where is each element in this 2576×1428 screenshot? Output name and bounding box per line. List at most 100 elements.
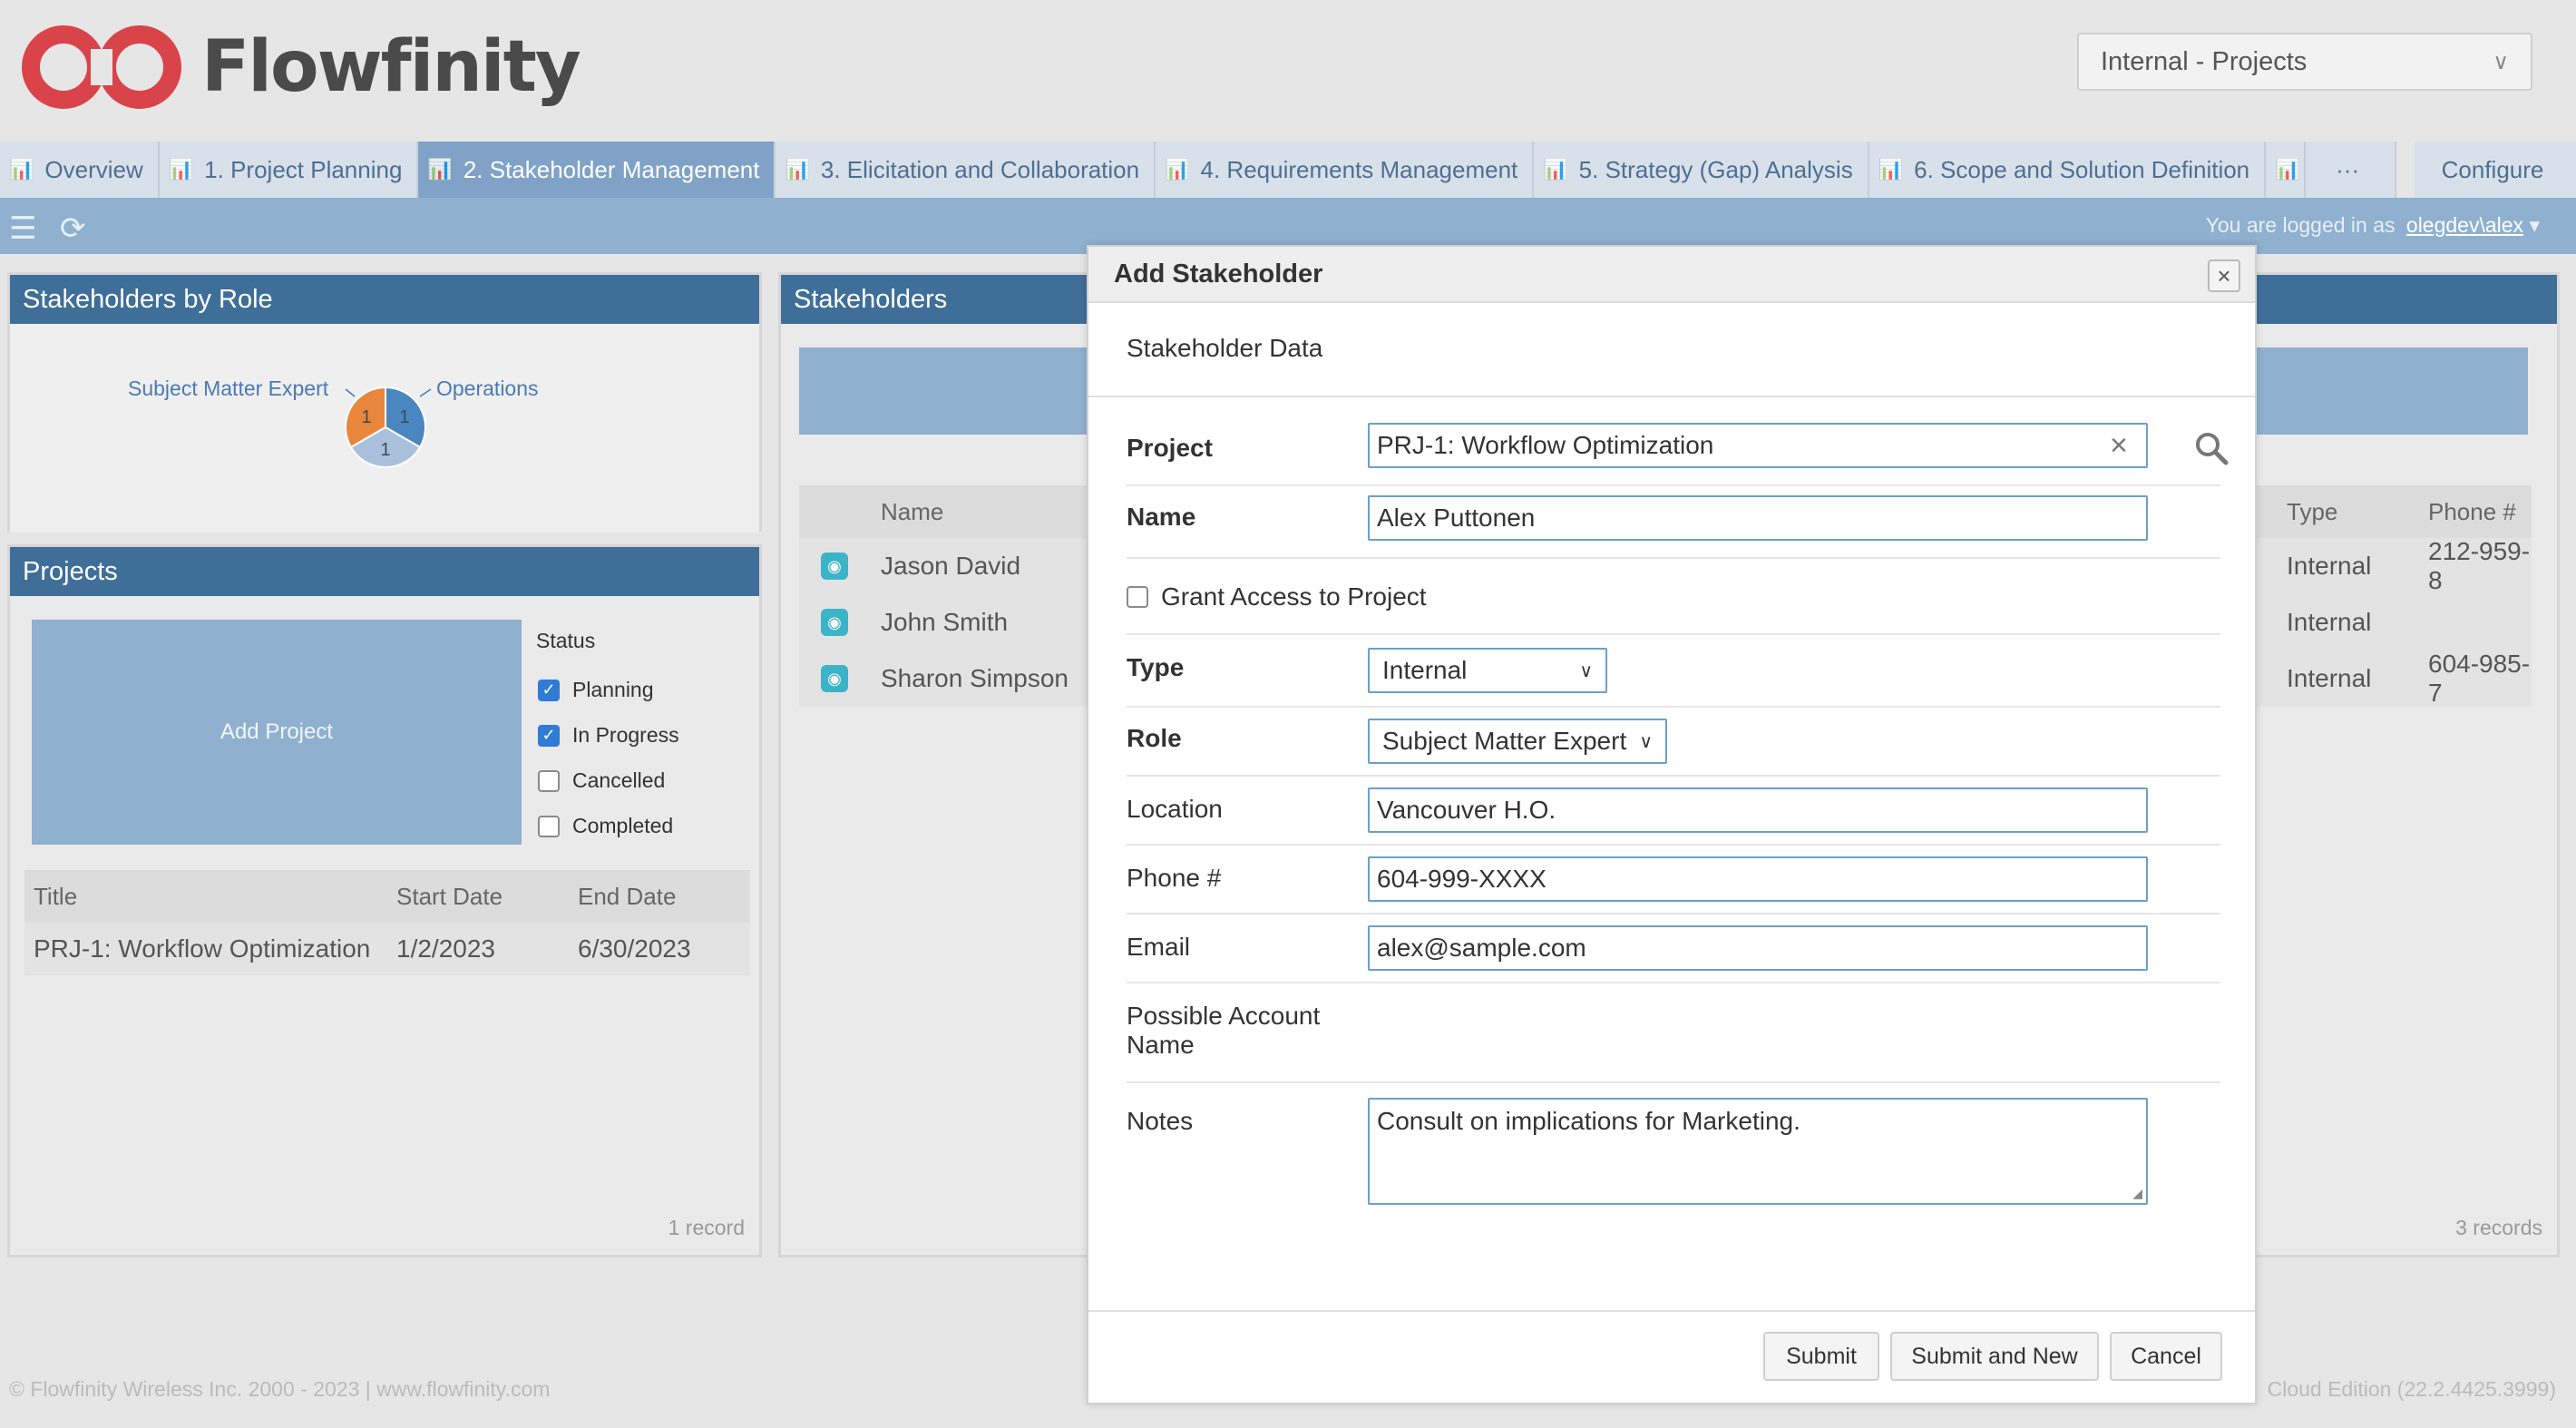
- location-field[interactable]: Vancouver H.O.: [1368, 787, 2148, 833]
- status-filter-title: Status: [536, 629, 596, 652]
- refresh-icon[interactable]: ⟳: [60, 210, 86, 247]
- type-select[interactable]: Internal ∨: [1368, 648, 1607, 693]
- record-count: 1 record: [668, 1216, 745, 1239]
- notes-textarea[interactable]: Consult on implications for Marketing. ◢: [1368, 1098, 2148, 1205]
- table-header: Title Start Date End Date: [24, 870, 750, 923]
- user-menu[interactable]: olegdev\alex: [2406, 213, 2523, 237]
- tab-overview[interactable]: 📊 Overview: [0, 142, 160, 198]
- pie-slice-value: 1: [380, 440, 390, 460]
- tab-label: 4. Requirements Management: [1200, 155, 1518, 183]
- cell-title: PRJ-1: Workflow Optimization: [34, 934, 371, 963]
- cell-type: Internal: [2287, 552, 2372, 580]
- app-selector[interactable]: Internal - Projects ∨: [2077, 33, 2532, 91]
- projects-table: Title Start Date End Date PRJ-1: Workflo…: [24, 870, 750, 975]
- location-label: Location: [1127, 795, 1223, 823]
- submit-and-new-button[interactable]: Submit and New: [1890, 1332, 2099, 1381]
- person-icon: ◉: [821, 665, 848, 692]
- project-label: Project: [1127, 434, 1213, 462]
- tab-label: 1. Project Planning: [204, 155, 403, 183]
- status-label: Planning: [572, 678, 654, 701]
- projects-panel: Projects Add Project Status ✓ Planning ✓ I…: [7, 544, 762, 1257]
- section-title: Stakeholder Data: [1127, 334, 1323, 362]
- column-end-date[interactable]: End Date: [569, 883, 750, 911]
- location-value: Vancouver H.O.: [1377, 796, 1556, 824]
- pie-leader-line: [345, 388, 356, 397]
- phone-field[interactable]: 604-999-XXXX: [1368, 856, 2148, 902]
- account-name-label: Possible Account Name: [1127, 1002, 1320, 1060]
- status-label: In Progress: [572, 723, 679, 747]
- tabs-more-button[interactable]: ···: [2306, 142, 2397, 198]
- chart-icon: 📊: [427, 158, 453, 181]
- close-icon[interactable]: ×: [2208, 259, 2240, 292]
- status-label: Completed: [572, 814, 674, 837]
- tab-overflow[interactable]: 📊: [2266, 142, 2307, 198]
- person-icon: ◉: [821, 609, 848, 636]
- clear-icon[interactable]: ×: [2110, 428, 2128, 464]
- tab-label: Overview: [44, 155, 143, 183]
- checkbox-checked-icon[interactable]: ✓: [538, 724, 560, 747]
- cell-start: 1/2/2023: [396, 934, 495, 963]
- chart-icon: 📊: [9, 158, 34, 181]
- name-field[interactable]: Alex Puttonen: [1368, 495, 2148, 541]
- table-row[interactable]: PRJ-1: Workflow Optimization 1/2/2023 6/…: [24, 923, 750, 975]
- tab-elicitation[interactable]: 📊 3. Elicitation and Collaboration: [776, 142, 1156, 198]
- tab-requirements[interactable]: 📊 4. Requirements Management: [1156, 142, 1535, 198]
- pie-label-sme: Subject Matter Expert: [128, 377, 329, 400]
- pie-slice-value: 1: [361, 407, 371, 427]
- project-row: Project PRJ-1: Workflow Optimization ×: [1127, 423, 2229, 486]
- resize-handle-icon[interactable]: ◢: [2132, 1186, 2142, 1201]
- tab-strategy[interactable]: 📊 5. Strategy (Gap) Analysis: [1534, 142, 1869, 198]
- column-type[interactable]: Type: [2287, 498, 2337, 526]
- phone-value: 604-999-XXXX: [1377, 865, 1547, 893]
- role-panel: Stakeholders by Role 111 Subject Matter …: [7, 272, 762, 533]
- name-value: Alex Puttonen: [1377, 504, 1536, 532]
- role-select[interactable]: Subject Matter Expert ∨: [1368, 719, 1667, 764]
- pie-slice-value: 1: [399, 407, 409, 427]
- chart-icon: 📊: [1165, 158, 1190, 181]
- role-label: Role: [1127, 724, 1182, 752]
- grant-access-checkbox[interactable]: Grant Access to Project: [1127, 582, 1427, 611]
- project-field[interactable]: PRJ-1: Workflow Optimization: [1368, 423, 2148, 468]
- type-label: Type: [1127, 653, 1185, 681]
- logo-icon: [22, 25, 181, 109]
- notes-label: Notes: [1127, 1107, 1194, 1135]
- configure-button[interactable]: Configure: [2415, 142, 2576, 198]
- checkbox-icon[interactable]: [538, 815, 560, 837]
- checkbox-icon[interactable]: [1127, 586, 1148, 608]
- column-phone[interactable]: Phone #: [2428, 498, 2516, 526]
- column-title[interactable]: Title: [24, 883, 387, 911]
- checkbox-checked-icon[interactable]: ✓: [538, 679, 560, 701]
- cancel-button[interactable]: Cancel: [2110, 1332, 2222, 1381]
- search-icon[interactable]: [2193, 430, 2230, 466]
- role-pie-chart: 111 Subject Matter Expert Operations: [10, 324, 759, 533]
- status-cancelled[interactable]: Cancelled: [538, 768, 665, 793]
- tab-stakeholder-management[interactable]: 📊 2. Stakeholder Management: [418, 142, 776, 198]
- cell-type: Internal: [2287, 608, 2372, 636]
- status-completed[interactable]: Completed: [538, 814, 673, 838]
- status-in-progress[interactable]: ✓ In Progress: [538, 723, 679, 748]
- cell-name: Sharon Simpson: [881, 664, 1069, 692]
- caret-down-icon[interactable]: ▾: [2529, 213, 2540, 237]
- chevron-down-icon: ∨: [2493, 49, 2509, 74]
- menu-icon[interactable]: ☰: [9, 210, 36, 247]
- dialog-title: Add Stakeholder: [1088, 247, 2255, 303]
- cell-phone: 604-985-7: [2428, 650, 2531, 707]
- flowfinity-logo[interactable]: Flowfinity: [18, 22, 581, 112]
- column-name[interactable]: Name: [881, 498, 943, 526]
- cell-phone: 212-959-8: [2428, 537, 2531, 594]
- account-label-line1: Possible Account: [1127, 1002, 1321, 1030]
- submit-button[interactable]: Submit: [1763, 1332, 1879, 1381]
- column-start-date[interactable]: Start Date: [387, 883, 569, 911]
- footer-copyright: © Flowfinity Wireless Inc. 2000 - 2023 |…: [9, 1377, 551, 1401]
- account-name-row: Possible Account Name: [1127, 983, 2220, 1083]
- add-project-button[interactable]: Add Project: [32, 620, 522, 845]
- notes-value: Consult on implications for Marketing.: [1377, 1107, 1800, 1135]
- tab-project-planning[interactable]: 📊 1. Project Planning: [159, 142, 419, 198]
- status-planning[interactable]: ✓ Planning: [538, 678, 654, 702]
- record-count: 3 records: [2455, 1216, 2542, 1239]
- email-value: alex@sample.com: [1377, 934, 1586, 962]
- type-value: Internal: [1382, 656, 1468, 684]
- email-field[interactable]: alex@sample.com: [1368, 925, 2148, 971]
- tab-scope[interactable]: 📊 6. Scope and Solution Definition: [1869, 142, 2267, 198]
- checkbox-icon[interactable]: [538, 769, 560, 792]
